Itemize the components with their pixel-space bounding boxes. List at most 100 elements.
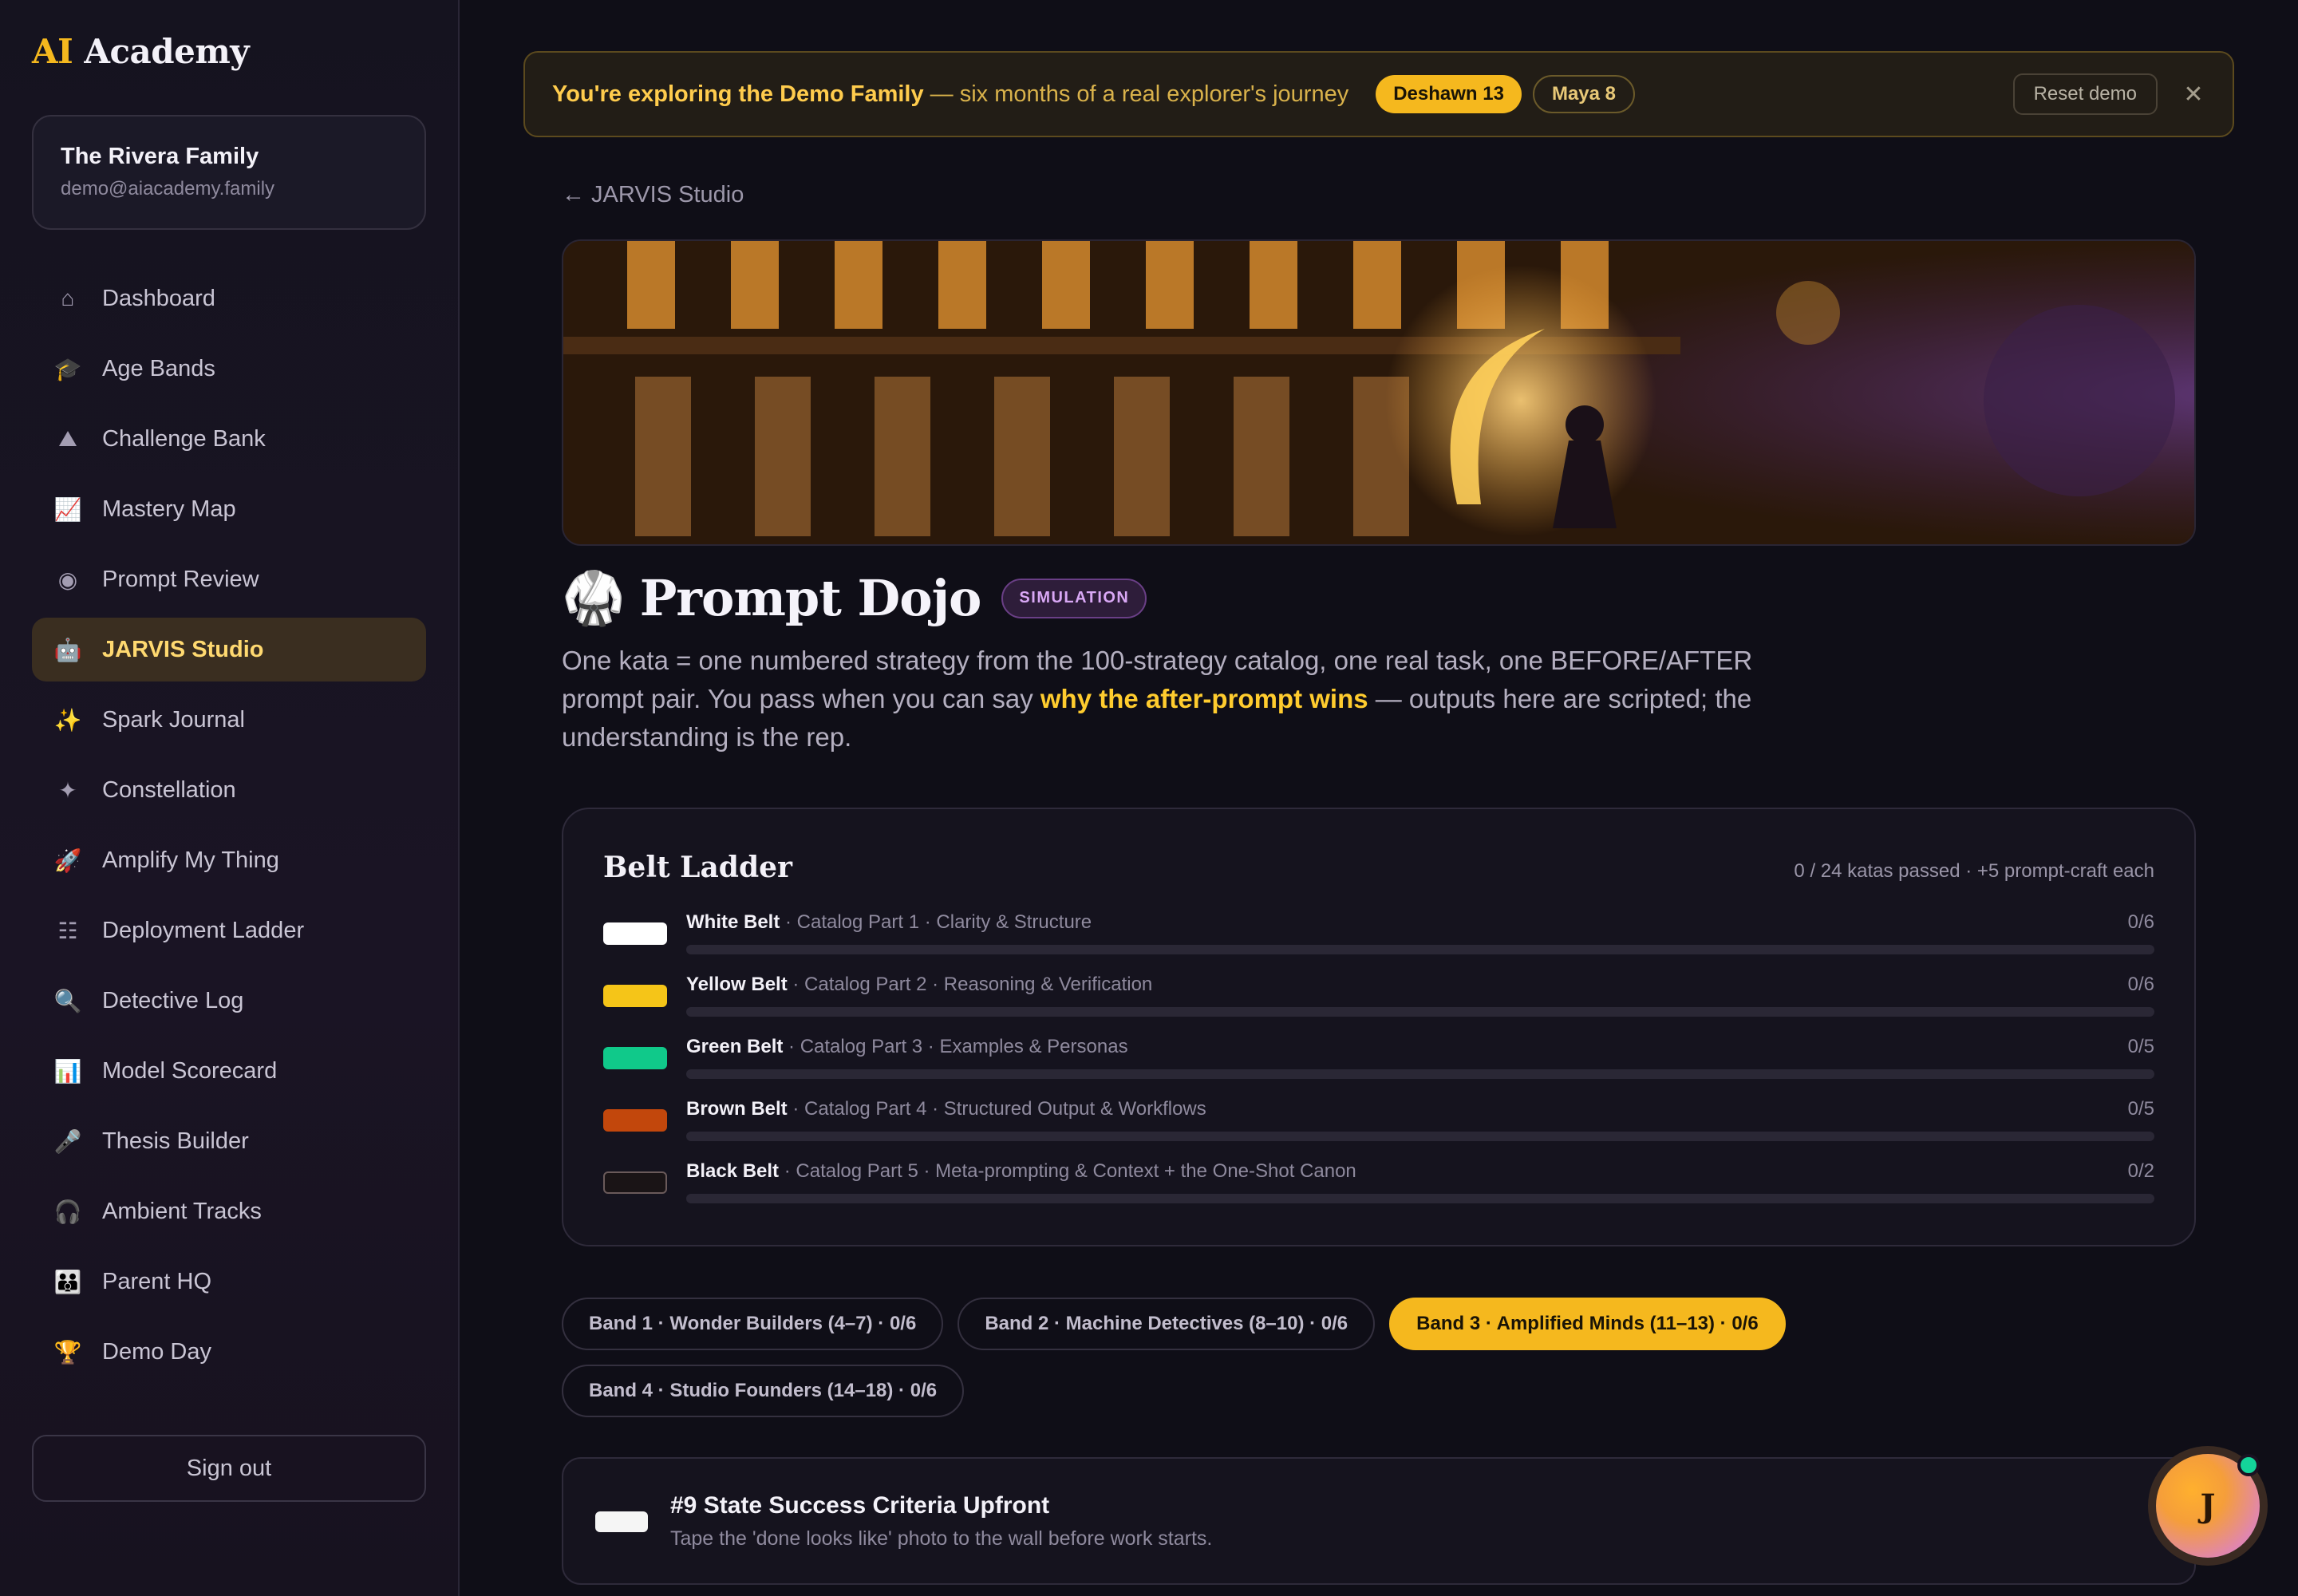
belt-progress-bar <box>686 1132 2154 1141</box>
family-icon: 👪 <box>53 1269 82 1294</box>
belt-color-swatch <box>603 1109 667 1132</box>
sign-out-button[interactable]: Sign out <box>32 1435 426 1502</box>
reset-demo-button[interactable]: Reset demo <box>2012 73 2158 115</box>
sidebar-item-amplify-my-thing[interactable]: 🚀 Amplify My Thing <box>32 828 426 892</box>
belt-description: · Catalog Part 3 · Examples & Personas <box>783 1036 1128 1057</box>
martial-arts-uniform-icon: 🥋 <box>562 569 626 626</box>
belt-count: 0/5 <box>2127 1098 2154 1120</box>
sidebar-item-label: JARVIS Studio <box>102 636 264 662</box>
belt-count: 0/2 <box>2127 1160 2154 1182</box>
belt-name: Green Belt <box>686 1036 784 1057</box>
belt-description: · Catalog Part 2 · Reasoning & Verificat… <box>787 974 1153 995</box>
sidebar-item-spark-journal[interactable]: ✨ Spark Journal <box>32 688 426 752</box>
belt-row: Brown Belt · Catalog Part 4 · Structured… <box>603 1098 2154 1141</box>
sidebar-item-thesis-builder[interactable]: 🎤 Thesis Builder <box>32 1109 426 1173</box>
main-content: You're exploring the Demo Family — six m… <box>460 0 2298 1596</box>
belt-color-swatch <box>603 985 667 1007</box>
dojo-illustration <box>563 241 2194 544</box>
trophy-icon: 🏆 <box>53 1339 82 1365</box>
family-email: demo@aiacademy.family <box>61 178 275 200</box>
microphone-icon: 🎤 <box>53 1128 82 1154</box>
sidebar-item-model-scorecard[interactable]: 📊 Model Scorecard <box>32 1039 426 1103</box>
family-account-card[interactable]: The Rivera Family demo@aiacademy.family <box>32 115 426 230</box>
sidebar-item-label: Dashboard <box>102 285 215 311</box>
sidebar-item-label: Challenge Bank <box>102 425 266 452</box>
belt-progress-bar <box>686 945 2154 954</box>
child-chip-maya[interactable]: Maya 8 <box>1532 75 1636 113</box>
belt-color-swatch <box>603 1171 667 1194</box>
sidebar-item-label: Amplify My Thing <box>102 847 279 873</box>
tab-band-1[interactable]: Band 1 · Wonder Builders (4–7) · 0/6 <box>562 1298 944 1350</box>
simulation-badge: SIMULATION <box>1001 578 1147 618</box>
tab-band-4[interactable]: Band 4 · Studio Founders (14–18) · 0/6 <box>562 1365 965 1417</box>
belt-row: Black Belt · Catalog Part 5 · Meta-promp… <box>603 1160 2154 1203</box>
app-logo[interactable]: AI Academy <box>32 32 250 71</box>
demo-banner-text: You're exploring the Demo Family — six m… <box>552 81 1349 107</box>
sidebar-item-prompt-review[interactable]: ◉ Prompt Review <box>32 547 426 611</box>
robot-icon: 🤖 <box>53 637 82 662</box>
belt-color-swatch <box>603 922 667 945</box>
sidebar-item-age-bands[interactable]: 🎓 Age Bands <box>32 337 426 401</box>
belt-ladder-card: Belt Ladder 0 / 24 katas passed · +5 pro… <box>562 808 2196 1246</box>
family-name: The Rivera Family <box>61 144 259 169</box>
kata-card[interactable]: #9 State Success Criteria Upfront Tape t… <box>562 1457 2196 1585</box>
belt-count: 0/5 <box>2127 1036 2154 1057</box>
sidebar: AI Academy The Rivera Family demo@aiacad… <box>0 0 460 1596</box>
sidebar-item-deployment-ladder[interactable]: ☷ Deployment Ladder <box>32 899 426 962</box>
kata-title: #9 State Success Criteria Upfront <box>670 1492 1050 1519</box>
page-title: Prompt Dojo <box>639 569 982 627</box>
sidebar-item-challenge-bank[interactable]: ⛰ Challenge Bank <box>32 407 426 471</box>
page-intro: One kata = one numbered strategy from th… <box>562 646 1753 752</box>
sidebar-item-parent-hq[interactable]: 👪 Parent HQ <box>32 1250 426 1314</box>
belt-row: White Belt · Catalog Part 1 · Clarity & … <box>603 911 2154 954</box>
sidebar-item-constellation[interactable]: ✦ Constellation <box>32 758 426 822</box>
belt-description: · Catalog Part 5 · Meta-prompting & Cont… <box>779 1160 1356 1182</box>
hero-image <box>562 239 2196 546</box>
belt-count: 0/6 <box>2127 911 2154 933</box>
graduation-cap-icon: 🎓 <box>53 356 82 381</box>
sidebar-item-label: Thesis Builder <box>102 1128 249 1154</box>
kata-subtitle: Tape the 'done looks like' photo to the … <box>670 1527 1213 1550</box>
sidebar-item-label: Deployment Ladder <box>102 917 305 943</box>
ladder-icon: ☷ <box>57 918 78 943</box>
sidebar-item-label: Spark Journal <box>102 706 245 733</box>
white-belt-swatch <box>595 1511 648 1532</box>
belt-progress-bar <box>686 1194 2154 1203</box>
sidebar-item-ambient-tracks[interactable]: 🎧 Ambient Tracks <box>32 1179 426 1243</box>
sidebar-item-mastery-map[interactable]: 📈 Mastery Map <box>32 477 426 541</box>
back-link[interactable]: ← JARVIS Studio <box>562 182 744 208</box>
sidebar-item-detective-log[interactable]: 🔍 Detective Log <box>32 969 426 1033</box>
belt-ladder-summary: 0 / 24 katas passed · +5 prompt-craft ea… <box>1794 860 2154 882</box>
belt-ladder-title: Belt Ladder <box>603 851 793 884</box>
chart-up-icon: 📈 <box>53 496 82 522</box>
tab-band-2[interactable]: Band 2 · Machine Detectives (8–10) · 0/6 <box>958 1298 1376 1350</box>
belt-name: White Belt <box>686 911 780 933</box>
online-status-dot <box>2237 1454 2260 1476</box>
headphones-icon: 🎧 <box>53 1199 82 1224</box>
sidebar-item-label: Demo Day <box>102 1338 211 1365</box>
tab-band-3[interactable]: Band 3 · Amplified Minds (11–13) · 0/6 <box>1389 1298 1786 1350</box>
belt-name: Black Belt <box>686 1160 780 1182</box>
galaxy-icon: ✦ <box>58 777 77 803</box>
belt-color-swatch <box>603 1047 667 1069</box>
house-icon: ⌂ <box>61 286 75 310</box>
page-header: 🥋 Prompt Dojo SIMULATION <box>562 568 1147 628</box>
climber-icon: ⛰ <box>58 425 77 451</box>
sidebar-item-label: Detective Log <box>102 987 244 1013</box>
belt-progress-bar <box>686 1007 2154 1017</box>
sidebar-item-dashboard[interactable]: ⌂ Dashboard <box>32 267 426 330</box>
review-icon: ◉ <box>57 567 78 592</box>
sidebar-item-label: Model Scorecard <box>102 1057 278 1084</box>
close-icon[interactable]: ✕ <box>2182 81 2205 109</box>
sidebar-nav: ⌂ Dashboard 🎓 Age Bands ⛰ Challenge Bank 📈 Mast… <box>32 267 426 1390</box>
sidebar-item-label: Age Bands <box>102 355 215 381</box>
belt-description: · Catalog Part 4 · Structured Output & W… <box>787 1098 1206 1120</box>
sidebar-item-label: Prompt Review <box>102 566 259 592</box>
magnifier-icon: 🔍 <box>53 988 82 1013</box>
sidebar-item-jarvis-studio[interactable]: 🤖 JARVIS Studio <box>32 618 426 681</box>
sidebar-item-demo-day[interactable]: 🏆 Demo Day <box>32 1320 426 1384</box>
child-chip-deshawn[interactable]: Deshawn 13 <box>1376 75 1522 113</box>
sidebar-item-label: Ambient Tracks <box>102 1198 262 1224</box>
demo-banner: You're exploring the Demo Family — six m… <box>523 51 2234 137</box>
belt-count: 0/6 <box>2127 974 2154 995</box>
